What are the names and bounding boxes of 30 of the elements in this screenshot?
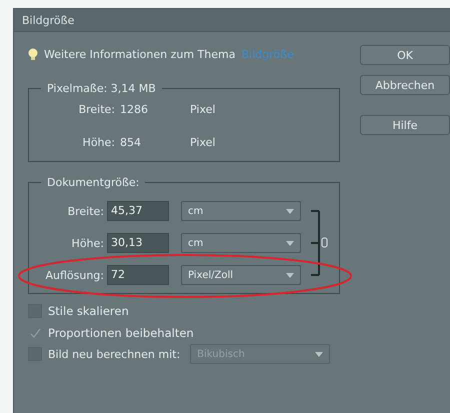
checkbox-label: Bild neu berechnen mit: xyxy=(48,348,180,360)
input-field[interactable]: 45,37 xyxy=(107,201,169,221)
field-label: Höhe: xyxy=(82,136,115,149)
dropdown-caret-icon xyxy=(286,272,294,278)
ok-button[interactable]: OK xyxy=(360,45,450,65)
group-title: Dokumentgröße: xyxy=(46,176,140,189)
lightbulb-icon xyxy=(28,48,38,60)
checkbox-label: Proportionen beibehalten xyxy=(48,326,194,340)
field-label: Auflösung: xyxy=(44,268,104,282)
dropdown-caret-icon xyxy=(286,240,294,246)
window-title: Bildgröße xyxy=(22,14,74,26)
unit-dropdown[interactable]: cm xyxy=(181,201,301,221)
field-value: 854 xyxy=(120,136,142,149)
unit-dropdown[interactable]: Pixel/Zoll xyxy=(181,265,301,285)
cancel-button[interactable]: Abbrechen xyxy=(360,75,450,95)
field-label: Höhe: xyxy=(70,236,104,250)
field-label: Breite: xyxy=(78,103,115,116)
unit-label: Pixel xyxy=(190,136,216,149)
input-field[interactable]: 72 xyxy=(107,265,169,285)
help-button[interactable]: Hilfe xyxy=(360,115,450,135)
field-label: Breite: xyxy=(66,204,104,218)
input-field[interactable]: 30,13 xyxy=(107,233,169,253)
dropdown-caret-icon xyxy=(315,352,324,356)
unit-dropdown[interactable]: cm xyxy=(181,233,301,253)
info-text: Weitere Informationen zum Thema xyxy=(44,48,236,60)
unit-label: Pixel xyxy=(190,103,216,116)
field-value: 1286 xyxy=(120,103,149,116)
group-title: Pixelmaße: 3,14 MB xyxy=(46,82,157,95)
dropdown-caret-icon xyxy=(286,208,294,214)
checkbox-label: Stile skalieren xyxy=(48,304,129,318)
